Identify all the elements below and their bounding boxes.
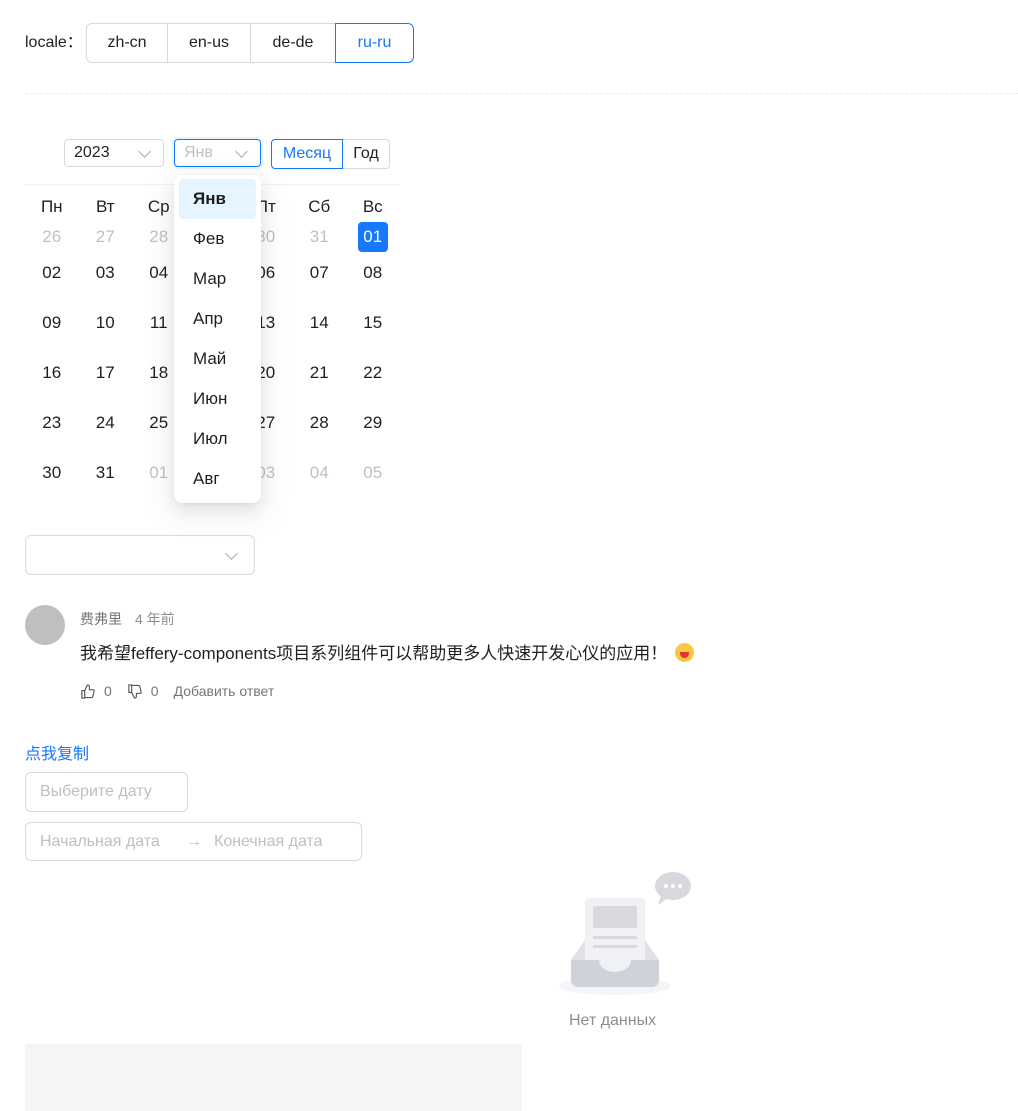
range-arrow-icon: → [186,833,202,850]
range-end-input[interactable]: Конечная дата [214,823,323,860]
comment-text: 我希望feffery-components项目系列组件可以帮助更多人快速开发心仪… [80,644,668,663]
locale-option-ru-ru[interactable]: ru-ru [335,23,414,63]
date-cell[interactable]: 26 [25,222,79,258]
copy-link[interactable]: 点我复制 [25,740,89,764]
divider [25,93,1018,94]
like-icon[interactable] [80,683,95,699]
weekday: Вт [95,197,115,216]
select-input[interactable] [25,535,255,575]
comment-actions: 0 0 Добавить ответ [80,683,274,699]
date-cell[interactable]: 30 [25,458,79,508]
comment-author: 费弗里 [80,611,122,627]
date-cell[interactable]: 07 [293,258,347,308]
date-cell[interactable]: 22 [346,358,400,408]
mode-month-button[interactable]: Месяц [271,139,343,169]
weekday: Вс [362,197,383,216]
like-count: 0 [104,683,112,699]
date-cell[interactable]: 28 [293,408,347,458]
month-option-feb[interactable]: Фев [179,219,256,259]
reply-link[interactable]: Добавить ответ [174,683,275,699]
date-cell[interactable]: 14 [293,308,347,358]
date-cell[interactable]: 09 [25,308,79,358]
month-option-mar[interactable]: Мар [179,259,256,299]
year-select[interactable]: 2023 [64,139,164,167]
month-select[interactable]: Янв [174,139,261,167]
mode-year-button[interactable]: Год [343,139,390,169]
chevron-down-icon [138,145,151,158]
weekday: Пн [40,197,63,216]
date-cell[interactable]: 31 [79,458,133,508]
month-option-jan[interactable]: Янв [179,179,256,219]
date-cell[interactable]: 29 [346,408,400,458]
date-cell[interactable]: 10 [79,308,133,358]
avatar [25,605,65,645]
locale-option-de-de[interactable]: de-de [251,23,336,63]
comment-time: 4 年前 [135,611,175,627]
month-option-apr[interactable]: Апр [179,299,256,339]
month-option-may[interactable]: Май [179,339,256,379]
locale-option-zh-cn[interactable]: zh-cn [86,23,168,63]
date-picker-input[interactable]: Выберите дату [25,772,188,812]
date-cell-selected[interactable]: 01 [346,222,400,258]
date-cell[interactable]: 27 [79,222,133,258]
empty-inbox-icon [559,872,691,995]
locale-radio-group: zh-cn en-us de-de ru-ru [86,23,414,63]
locale-label: locale： [25,34,83,51]
date-cell[interactable]: 23 [25,408,79,458]
month-dropdown: Янв Фев Мар Апр Май Июн Июл Авг [174,175,261,503]
date-cell[interactable]: 31 [293,222,347,258]
chevron-down-icon [235,145,248,158]
date-range-picker[interactable]: Начальная дата → Конечная дата [25,822,362,861]
date-cell[interactable]: 05 [346,458,400,508]
date-cell[interactable]: 21 [293,358,347,408]
month-select-placeholder: Янв [184,144,213,161]
range-start-input[interactable]: Начальная дата [40,823,160,860]
emoji-icon [675,643,695,662]
weekday: Сб [308,197,331,216]
dislike-icon[interactable] [127,683,142,699]
content-placeholder [25,1044,522,1111]
empty-text: Нет данных [569,1012,657,1029]
selected-date: 01 [357,222,388,252]
date-cell[interactable]: 08 [346,258,400,308]
locale-option-en-us[interactable]: en-us [168,23,251,63]
date-cell[interactable]: 15 [346,308,400,358]
comment-content: 我希望feffery-components项目系列组件可以帮助更多人快速开发心仪… [80,639,695,664]
month-option-jul[interactable]: Июл [179,419,256,459]
calendar-mode-switch: Месяц Год [271,139,390,169]
dislike-count: 0 [150,683,159,699]
date-cell[interactable]: 17 [79,358,133,408]
year-select-value: 2023 [74,144,110,161]
date-cell[interactable]: 02 [25,258,79,308]
date-cell[interactable]: 16 [25,358,79,408]
date-cell[interactable]: 24 [79,408,133,458]
month-option-jun[interactable]: Июн [179,379,256,419]
date-cell[interactable]: 03 [79,258,133,308]
chevron-down-icon [225,547,238,560]
month-option-aug[interactable]: Авг [179,459,256,499]
date-cell[interactable]: 04 [293,458,347,508]
